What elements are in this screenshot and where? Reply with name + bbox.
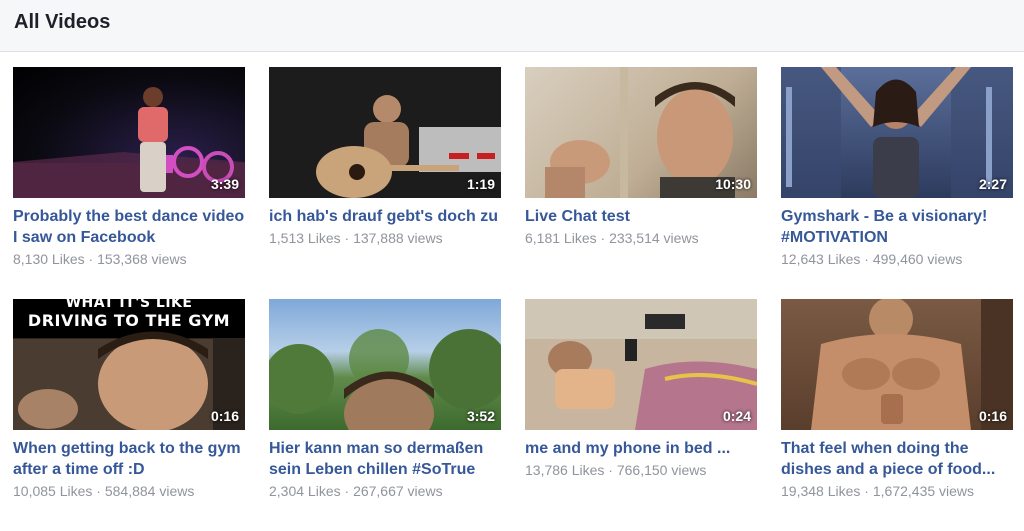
video-title-link[interactable]: Probably the best dance video I saw on F… bbox=[13, 206, 245, 248]
video-thumbnail[interactable]: 2:27 bbox=[781, 67, 1013, 198]
video-duration: 0:16 bbox=[210, 408, 239, 424]
video-card[interactable]: 0:24 me and my phone in bed ... 13,786 L… bbox=[525, 299, 757, 531]
views-count: 1,672,435 views bbox=[872, 483, 975, 499]
views-count: 137,888 views bbox=[353, 230, 443, 246]
video-stats: 6,181 Likes · 233,514 views bbox=[525, 230, 699, 246]
video-card[interactable]: 3:39 Probably the best dance video I saw… bbox=[13, 67, 245, 299]
video-title-link[interactable]: When getting back to the gym after a tim… bbox=[13, 438, 245, 480]
thumbnail-caption-line-2: DRIVING TO THE GYM bbox=[27, 311, 231, 330]
video-card[interactable]: WHAT IT'S LIKE DRIVING TO THE GYM 0:16 W… bbox=[13, 299, 245, 531]
video-title-link[interactable]: ich hab's drauf gebt's doch zu bbox=[269, 206, 501, 227]
video-title-link[interactable]: me and my phone in bed ... bbox=[525, 438, 757, 459]
likes-count: 8,130 Likes bbox=[13, 251, 85, 267]
video-card[interactable]: 3:52 Hier kann man so dermaßen sein Lebe… bbox=[269, 299, 501, 531]
video-thumbnail[interactable]: 3:39 bbox=[13, 67, 245, 198]
thumbnail-caption-line-1: WHAT IT'S LIKE bbox=[65, 299, 193, 311]
page-title: All Videos bbox=[14, 11, 111, 33]
video-title-link[interactable]: Hier kann man so dermaßen sein Leben chi… bbox=[269, 438, 501, 480]
views-count: 233,514 views bbox=[609, 230, 699, 246]
video-thumbnail[interactable]: 1:19 bbox=[269, 67, 501, 198]
video-card[interactable]: 2:27 Gymshark - Be a visionary! #MOTIVAT… bbox=[781, 67, 1013, 299]
views-count: 153,368 views bbox=[97, 251, 187, 267]
video-stats: 2,304 Likes · 267,667 views bbox=[269, 483, 443, 499]
video-thumbnail[interactable]: 10:30 bbox=[525, 67, 757, 198]
views-count: 766,150 views bbox=[616, 462, 707, 478]
video-title-link[interactable]: Live Chat test bbox=[525, 206, 757, 227]
views-count: 267,667 views bbox=[353, 483, 443, 499]
video-stats: 8,130 Likes · 153,368 views bbox=[13, 251, 187, 267]
video-thumbnail[interactable]: 0:16 bbox=[781, 299, 1013, 430]
video-grid: 3:39 Probably the best dance video I saw… bbox=[13, 67, 1013, 531]
video-title-link[interactable]: Gymshark - Be a visionary! #MOTIVATION bbox=[781, 206, 1013, 248]
views-count: 499,460 views bbox=[872, 251, 963, 267]
video-stats: 12,643 Likes · 499,460 views bbox=[781, 251, 963, 267]
video-duration: 10:30 bbox=[715, 176, 751, 192]
video-duration: 0:24 bbox=[722, 408, 751, 424]
video-stats: 13,786 Likes · 766,150 views bbox=[525, 462, 707, 478]
video-duration: 3:39 bbox=[210, 176, 239, 192]
likes-count: 6,181 Likes bbox=[525, 230, 597, 246]
video-thumbnail[interactable]: 0:24 bbox=[525, 299, 757, 430]
likes-count: 1,513 Likes bbox=[269, 230, 341, 246]
page-header: All Videos bbox=[0, 0, 1024, 52]
video-duration: 3:52 bbox=[466, 408, 495, 424]
video-thumbnail[interactable]: 3:52 bbox=[269, 299, 501, 430]
video-card[interactable]: 0:16 That feel when doing the dishes and… bbox=[781, 299, 1013, 531]
video-thumbnail[interactable]: WHAT IT'S LIKE DRIVING TO THE GYM 0:16 bbox=[13, 299, 245, 430]
views-count: 584,884 views bbox=[104, 483, 195, 499]
video-duration: 0:16 bbox=[978, 408, 1007, 424]
video-stats: 1,513 Likes · 137,888 views bbox=[269, 230, 443, 246]
video-title-link[interactable]: That feel when doing the dishes and a pi… bbox=[781, 438, 1013, 480]
likes-count: 13,786 Likes bbox=[525, 462, 605, 478]
video-card[interactable]: 1:19 ich hab's drauf gebt's doch zu 1,51… bbox=[269, 67, 501, 299]
likes-count: 19,348 Likes bbox=[781, 483, 861, 499]
video-stats: 19,348 Likes · 1,672,435 views bbox=[781, 483, 975, 499]
video-duration: 1:19 bbox=[466, 176, 495, 192]
video-card[interactable]: 10:30 Live Chat test 6,181 Likes · 233,5… bbox=[525, 67, 757, 299]
likes-count: 12,643 Likes bbox=[781, 251, 861, 267]
likes-count: 2,304 Likes bbox=[269, 483, 341, 499]
video-stats: 10,085 Likes · 584,884 views bbox=[13, 483, 195, 499]
video-duration: 2:27 bbox=[978, 176, 1007, 192]
likes-count: 10,085 Likes bbox=[13, 483, 93, 499]
